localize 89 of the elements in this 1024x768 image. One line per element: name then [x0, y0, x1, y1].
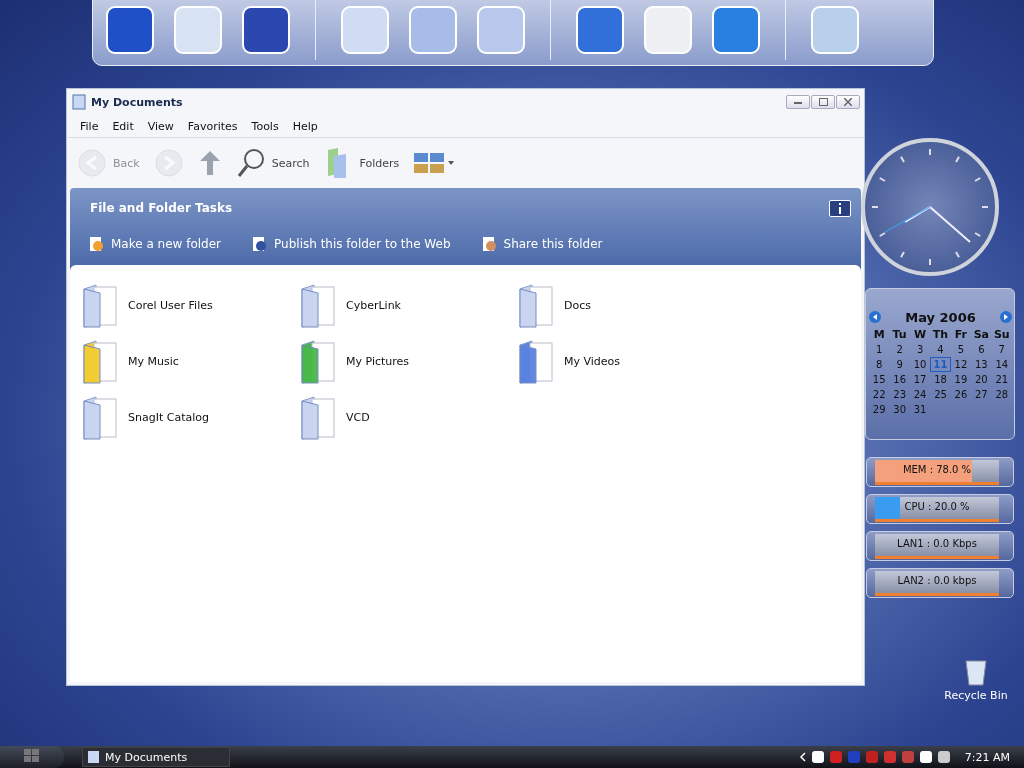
- next-icon[interactable]: [1000, 311, 1012, 323]
- calendar-day[interactable]: 28: [991, 387, 1012, 402]
- folder-name[interactable]: My Music: [128, 354, 179, 368]
- previous-icon[interactable]: [869, 311, 881, 323]
- close-icon: [844, 98, 852, 106]
- calendar-day[interactable]: 18: [930, 372, 951, 387]
- calendar-day[interactable]: 3: [909, 342, 931, 357]
- calendar-day[interactable]: 30: [889, 402, 910, 417]
- maximize-icon: [818, 98, 828, 106]
- calendar-day[interactable]: 12: [950, 357, 972, 372]
- weekday-label: Su: [992, 327, 1011, 342]
- meter-label: LAN2 : 0.0 kbps: [896, 573, 978, 588]
- calendar-day[interactable]: 29: [869, 402, 890, 417]
- tray-icon[interactable]: [918, 750, 933, 764]
- weekday-label: Tu: [891, 327, 908, 342]
- desktop-icon-label[interactable]: Recycle Bin: [944, 689, 1008, 702]
- calendar-day[interactable]: 31: [909, 402, 931, 417]
- calendar-day[interactable]: 27: [971, 387, 992, 402]
- calendar-day[interactable]: 4: [930, 342, 951, 357]
- calendar-day[interactable]: 1: [869, 342, 890, 357]
- calendar-day[interactable]: 16: [889, 372, 910, 387]
- task-link[interactable]: Share this folder: [480, 236, 603, 252]
- clock-time: 7:21 AM: [964, 750, 1010, 764]
- menu-item[interactable]: File: [73, 119, 106, 133]
- folder-name[interactable]: Corel User Files: [128, 298, 213, 312]
- tray-icon[interactable]: [936, 750, 951, 764]
- menu-item[interactable]: Favorites: [180, 119, 245, 133]
- minimize-icon: [794, 100, 802, 104]
- meter-label: CPU : 20.0 %: [903, 499, 971, 514]
- folders-button[interactable]: Folders: [323, 146, 400, 180]
- meter-label: LAN1 : 0.0 Kbps: [896, 536, 978, 551]
- panel-title: File and Folder Tasks: [90, 201, 233, 215]
- task-link[interactable]: Make a new folder: [88, 236, 222, 252]
- folder-name[interactable]: CyberLink: [346, 298, 401, 312]
- calendar-day[interactable]: 19: [950, 372, 972, 387]
- task-link[interactable]: Publish this folder to the Web: [251, 236, 451, 252]
- calendar-day[interactable]: 24: [909, 387, 931, 402]
- calendar-day[interactable]: 6: [971, 342, 992, 357]
- window-title: My Documents: [91, 95, 183, 109]
- minimize-button[interactable]: [786, 95, 810, 109]
- calendar-day[interactable]: 7: [991, 342, 1012, 357]
- taskbar-button[interactable]: My Documents: [82, 747, 230, 767]
- folder-name[interactable]: VCD: [346, 410, 370, 424]
- calendar-day[interactable]: 9: [889, 357, 910, 372]
- weekday-label: W: [913, 327, 928, 342]
- calendar-day[interactable]: 2: [889, 342, 910, 357]
- folder-icon: [87, 750, 101, 764]
- weekday-label: M: [872, 327, 886, 342]
- menu-item[interactable]: View: [140, 119, 181, 133]
- tray-icon[interactable]: [810, 750, 825, 764]
- folder-name[interactable]: My Videos: [564, 354, 621, 368]
- search-button[interactable]: Search: [235, 147, 310, 179]
- share-icon: [480, 236, 497, 252]
- menu-item[interactable]: Edit: [105, 119, 141, 133]
- calendar-day[interactable]: 8: [869, 357, 890, 372]
- calendar-day[interactable]: 23: [889, 387, 910, 402]
- chevron-icon[interactable]: [798, 752, 807, 762]
- info-icon: [836, 202, 844, 214]
- calendar-day[interactable]: 15: [869, 372, 890, 387]
- calendar-day[interactable]: 22: [869, 387, 890, 402]
- folder-icon: [71, 94, 87, 110]
- calendar-day[interactable]: 25: [930, 387, 951, 402]
- folder-name[interactable]: My Pictures: [346, 354, 410, 368]
- weekday-label: Sa: [972, 327, 991, 342]
- calendar-day[interactable]: 20: [971, 372, 992, 387]
- weekday-label: Fr: [953, 327, 969, 342]
- calendar-day[interactable]: 10: [909, 357, 931, 372]
- maximize-button[interactable]: [811, 95, 835, 109]
- meter-label: MEM : 78.0 %: [901, 462, 973, 477]
- calendar-month: May 2006: [905, 309, 976, 325]
- search-icon: [235, 147, 266, 179]
- folder-name[interactable]: Docs: [564, 298, 591, 312]
- calendar-day[interactable]: 17: [909, 372, 931, 387]
- calendar-day[interactable]: 21: [991, 372, 1012, 387]
- menu-item[interactable]: Help: [285, 119, 325, 133]
- calendar-day[interactable]: 5: [950, 342, 972, 357]
- new-folder-icon: [88, 236, 104, 252]
- folder-name[interactable]: SnagIt Catalog: [128, 410, 209, 424]
- info-button[interactable]: [829, 199, 851, 217]
- windows-logo-icon: [24, 748, 40, 763]
- calendar-day[interactable]: 13: [971, 357, 992, 372]
- menu-item[interactable]: Tools: [244, 119, 286, 133]
- close-button[interactable]: [836, 95, 860, 109]
- weekday-label: Th: [931, 327, 950, 342]
- views-icon: [413, 152, 456, 174]
- start-button[interactable]: [0, 746, 64, 768]
- calendar-day[interactable]: 26: [950, 387, 972, 402]
- views-button[interactable]: [413, 152, 456, 174]
- calendar-day[interactable]: 14: [991, 357, 1012, 372]
